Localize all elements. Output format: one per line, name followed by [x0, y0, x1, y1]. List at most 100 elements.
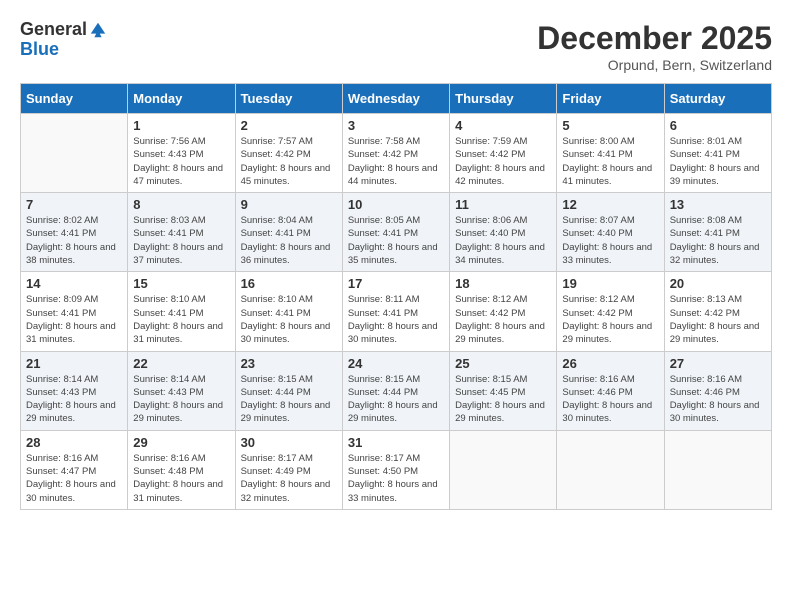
- daylight-text: Daylight: 8 hours and 36 minutes.: [241, 241, 337, 268]
- cell-info: Sunrise: 8:02 AMSunset: 4:41 PMDaylight:…: [26, 214, 122, 267]
- logo-general: General: [20, 20, 87, 40]
- day-number: 12: [562, 197, 658, 212]
- cell-info: Sunrise: 8:10 AMSunset: 4:41 PMDaylight:…: [133, 293, 229, 346]
- day-number: 27: [670, 356, 766, 371]
- sunrise-text: Sunrise: 7:57 AM: [241, 135, 337, 148]
- sunset-text: Sunset: 4:49 PM: [241, 465, 337, 478]
- month-title: December 2025: [537, 20, 772, 57]
- calendar-cell: [664, 430, 771, 509]
- cell-info: Sunrise: 8:14 AMSunset: 4:43 PMDaylight:…: [26, 373, 122, 426]
- daylight-text: Daylight: 8 hours and 39 minutes.: [670, 162, 766, 189]
- sunrise-text: Sunrise: 8:01 AM: [670, 135, 766, 148]
- calendar-cell: 29Sunrise: 8:16 AMSunset: 4:48 PMDayligh…: [128, 430, 235, 509]
- sunset-text: Sunset: 4:41 PM: [670, 148, 766, 161]
- day-number: 21: [26, 356, 122, 371]
- calendar-cell: 10Sunrise: 8:05 AMSunset: 4:41 PMDayligh…: [342, 193, 449, 272]
- day-number: 15: [133, 276, 229, 291]
- cell-info: Sunrise: 8:15 AMSunset: 4:44 PMDaylight:…: [241, 373, 337, 426]
- calendar-header-cell: Thursday: [450, 84, 557, 114]
- day-number: 22: [133, 356, 229, 371]
- calendar-header-cell: Saturday: [664, 84, 771, 114]
- cell-info: Sunrise: 7:58 AMSunset: 4:42 PMDaylight:…: [348, 135, 444, 188]
- sunset-text: Sunset: 4:43 PM: [26, 386, 122, 399]
- sunrise-text: Sunrise: 8:16 AM: [670, 373, 766, 386]
- daylight-text: Daylight: 8 hours and 31 minutes.: [133, 478, 229, 505]
- day-number: 23: [241, 356, 337, 371]
- sunrise-text: Sunrise: 8:15 AM: [241, 373, 337, 386]
- daylight-text: Daylight: 8 hours and 29 minutes.: [670, 320, 766, 347]
- cell-info: Sunrise: 7:59 AMSunset: 4:42 PMDaylight:…: [455, 135, 551, 188]
- logo-icon: [89, 21, 107, 39]
- day-number: 9: [241, 197, 337, 212]
- sunset-text: Sunset: 4:42 PM: [455, 307, 551, 320]
- title-block: December 2025 Orpund, Bern, Switzerland: [537, 20, 772, 73]
- sunrise-text: Sunrise: 8:05 AM: [348, 214, 444, 227]
- day-number: 13: [670, 197, 766, 212]
- calendar-cell: 28Sunrise: 8:16 AMSunset: 4:47 PMDayligh…: [21, 430, 128, 509]
- day-number: 25: [455, 356, 551, 371]
- cell-info: Sunrise: 7:57 AMSunset: 4:42 PMDaylight:…: [241, 135, 337, 188]
- cell-info: Sunrise: 8:15 AMSunset: 4:44 PMDaylight:…: [348, 373, 444, 426]
- sunrise-text: Sunrise: 8:03 AM: [133, 214, 229, 227]
- sunrise-text: Sunrise: 8:12 AM: [455, 293, 551, 306]
- sunset-text: Sunset: 4:46 PM: [670, 386, 766, 399]
- sunrise-text: Sunrise: 8:07 AM: [562, 214, 658, 227]
- day-number: 24: [348, 356, 444, 371]
- cell-info: Sunrise: 8:09 AMSunset: 4:41 PMDaylight:…: [26, 293, 122, 346]
- sunset-text: Sunset: 4:42 PM: [562, 307, 658, 320]
- cell-info: Sunrise: 8:16 AMSunset: 4:46 PMDaylight:…: [562, 373, 658, 426]
- daylight-text: Daylight: 8 hours and 29 minutes.: [455, 320, 551, 347]
- sunset-text: Sunset: 4:41 PM: [241, 227, 337, 240]
- logo-blue: Blue: [20, 40, 107, 60]
- sunset-text: Sunset: 4:42 PM: [455, 148, 551, 161]
- daylight-text: Daylight: 8 hours and 30 minutes.: [348, 320, 444, 347]
- sunrise-text: Sunrise: 7:58 AM: [348, 135, 444, 148]
- day-number: 8: [133, 197, 229, 212]
- cell-info: Sunrise: 8:05 AMSunset: 4:41 PMDaylight:…: [348, 214, 444, 267]
- location: Orpund, Bern, Switzerland: [537, 57, 772, 73]
- sunset-text: Sunset: 4:44 PM: [348, 386, 444, 399]
- daylight-text: Daylight: 8 hours and 45 minutes.: [241, 162, 337, 189]
- day-number: 26: [562, 356, 658, 371]
- day-number: 17: [348, 276, 444, 291]
- calendar-cell: 26 Sunrise: 8:16 AMSunset: 4:46 PMDayligh…: [557, 351, 664, 430]
- calendar-cell: 2 Sunrise: 7:57 AMSunset: 4:42 PMDaylight…: [235, 114, 342, 193]
- cell-info: Sunrise: 8:13 AMSunset: 4:42 PMDaylight:…: [670, 293, 766, 346]
- daylight-text: Daylight: 8 hours and 41 minutes.: [562, 162, 658, 189]
- sunset-text: Sunset: 4:41 PM: [26, 227, 122, 240]
- cell-info: Sunrise: 8:12 AMSunset: 4:42 PMDaylight:…: [562, 293, 658, 346]
- calendar-body: 1Sunrise: 7:56 AMSunset: 4:43 PMDaylight…: [21, 114, 772, 510]
- calendar-cell: 4 Sunrise: 7:59 AMSunset: 4:42 PMDaylight…: [450, 114, 557, 193]
- sunset-text: Sunset: 4:41 PM: [670, 227, 766, 240]
- day-number: 6: [670, 118, 766, 133]
- sunrise-text: Sunrise: 8:10 AM: [241, 293, 337, 306]
- calendar-header-cell: Tuesday: [235, 84, 342, 114]
- cell-info: Sunrise: 8:15 AMSunset: 4:45 PMDaylight:…: [455, 373, 551, 426]
- sunrise-text: Sunrise: 8:15 AM: [455, 373, 551, 386]
- cell-info: Sunrise: 8:00 AMSunset: 4:41 PMDaylight:…: [562, 135, 658, 188]
- calendar-week-row: 28Sunrise: 8:16 AMSunset: 4:47 PMDayligh…: [21, 430, 772, 509]
- daylight-text: Daylight: 8 hours and 47 minutes.: [133, 162, 229, 189]
- calendar-cell: [557, 430, 664, 509]
- day-number: 31: [348, 435, 444, 450]
- calendar-week-row: 1Sunrise: 7:56 AMSunset: 4:43 PMDaylight…: [21, 114, 772, 193]
- day-number: 16: [241, 276, 337, 291]
- calendar-cell: 3Sunrise: 7:58 AMSunset: 4:42 PMDaylight…: [342, 114, 449, 193]
- sunrise-text: Sunrise: 8:10 AM: [133, 293, 229, 306]
- sunset-text: Sunset: 4:40 PM: [455, 227, 551, 240]
- daylight-text: Daylight: 8 hours and 35 minutes.: [348, 241, 444, 268]
- calendar-table: SundayMondayTuesdayWednesdayThursdayFrid…: [20, 83, 772, 510]
- daylight-text: Daylight: 8 hours and 30 minutes.: [562, 399, 658, 426]
- day-number: 4: [455, 118, 551, 133]
- calendar-cell: [450, 430, 557, 509]
- day-number: 14: [26, 276, 122, 291]
- sunset-text: Sunset: 4:45 PM: [455, 386, 551, 399]
- calendar-header-cell: Friday: [557, 84, 664, 114]
- calendar-cell: 12Sunrise: 8:07 AMSunset: 4:40 PMDayligh…: [557, 193, 664, 272]
- sunrise-text: Sunrise: 8:17 AM: [348, 452, 444, 465]
- calendar-header-row: SundayMondayTuesdayWednesdayThursdayFrid…: [21, 84, 772, 114]
- day-number: 2: [241, 118, 337, 133]
- cell-info: Sunrise: 8:17 AMSunset: 4:49 PMDaylight:…: [241, 452, 337, 505]
- sunrise-text: Sunrise: 8:16 AM: [26, 452, 122, 465]
- calendar-cell: 16Sunrise: 8:10 AMSunset: 4:41 PMDayligh…: [235, 272, 342, 351]
